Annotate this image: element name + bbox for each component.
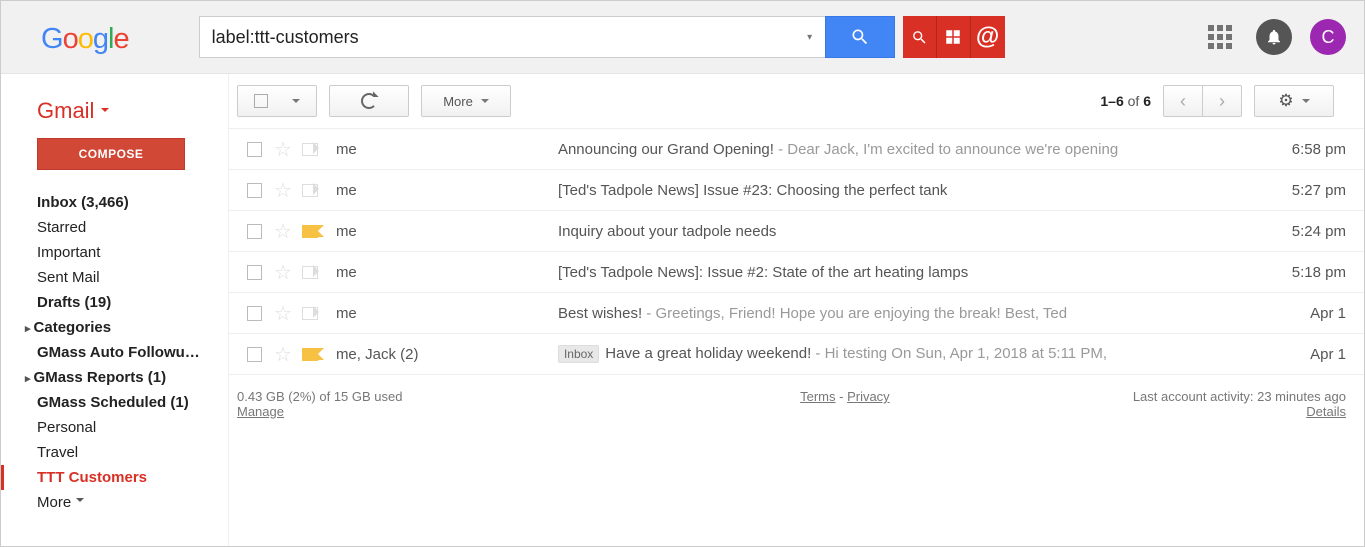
gmass-at-button[interactable]: @	[971, 16, 1005, 58]
row-subject: Announcing our Grand Opening! - Dear Jac…	[558, 141, 1254, 158]
email-row[interactable]: ☆ meAnnouncing our Grand Opening! - Dear …	[229, 129, 1364, 170]
row-subject: [Ted's Tadpole News]: Issue #2: State of…	[558, 264, 1254, 281]
gmass-sheets-button[interactable]	[937, 16, 971, 58]
row-sender: me	[336, 305, 558, 322]
star-icon[interactable]: ☆	[274, 137, 292, 162]
important-label-icon[interactable]	[302, 225, 318, 238]
row-checkbox[interactable]	[247, 306, 262, 321]
gmass-search-button[interactable]	[903, 16, 937, 58]
row-checkbox[interactable]	[247, 142, 262, 157]
refresh-button[interactable]	[329, 85, 409, 117]
sidebar-item-12[interactable]: More	[11, 490, 228, 515]
manage-storage-link[interactable]: Manage	[237, 404, 284, 419]
email-row[interactable]: ☆ meBest wishes! - Greetings, Friend! Hop…	[229, 293, 1364, 334]
magnifier-icon	[911, 29, 928, 46]
storage-info: 0.43 GB (2%) of 15 GB used	[237, 389, 557, 404]
search-icon	[850, 27, 870, 47]
row-time: Apr 1	[1266, 346, 1346, 363]
search-button[interactable]	[825, 16, 895, 58]
sidebar-item-6[interactable]: GMass Auto Followu…	[11, 340, 228, 365]
row-subject: InboxHave a great holiday weekend! - Hi …	[558, 345, 1254, 363]
row-time: 5:24 pm	[1266, 223, 1346, 240]
sidebar-item-1[interactable]: Starred	[11, 215, 228, 240]
email-row[interactable]: ☆ meInquiry about your tadpole needs 5:24 …	[229, 211, 1364, 252]
star-icon[interactable]: ☆	[274, 219, 292, 244]
gmail-brand-dropdown[interactable]: Gmail	[11, 86, 228, 138]
search-options-dropdown[interactable]: ▾	[795, 16, 825, 58]
notifications-icon[interactable]	[1256, 19, 1292, 55]
star-icon[interactable]: ☆	[274, 342, 292, 367]
star-icon[interactable]: ☆	[274, 178, 292, 203]
gear-icon: ⚙	[1278, 91, 1293, 111]
sidebar-item-2[interactable]: Important	[11, 240, 228, 265]
email-row[interactable]: ☆ me[Ted's Tadpole News] Issue #23: Choos…	[229, 170, 1364, 211]
google-logo[interactable]: Google	[41, 19, 129, 56]
sidebar-item-9[interactable]: Personal	[11, 415, 228, 440]
row-checkbox[interactable]	[247, 347, 262, 362]
sidebar-item-8[interactable]: GMass Scheduled (1)	[11, 390, 228, 415]
row-sender: me	[336, 182, 558, 199]
label-icon[interactable]	[302, 143, 318, 156]
more-dropdown[interactable]: More	[421, 85, 511, 117]
terms-link[interactable]: Terms	[800, 389, 835, 404]
compose-button[interactable]: COMPOSE	[37, 138, 185, 170]
row-sender: me, Jack (2)	[336, 346, 558, 363]
email-row[interactable]: ☆ me, Jack (2)InboxHave a great holiday w…	[229, 334, 1364, 375]
sidebar-item-0[interactable]: Inbox (3,466)	[11, 190, 228, 215]
avatar[interactable]: C	[1310, 19, 1346, 55]
sidebar-item-4[interactable]: Drafts (19)	[11, 290, 228, 315]
email-row[interactable]: ☆ me[Ted's Tadpole News]: Issue #2: State…	[229, 252, 1364, 293]
row-subject: [Ted's Tadpole News] Issue #23: Choosing…	[558, 182, 1254, 199]
details-link[interactable]: Details	[1306, 404, 1346, 419]
grid-icon	[944, 28, 962, 46]
sidebar-item-11[interactable]: TTT Customers	[1, 465, 228, 490]
row-checkbox[interactable]	[247, 265, 262, 280]
row-time: 5:27 pm	[1266, 182, 1346, 199]
star-icon[interactable]: ☆	[274, 301, 292, 326]
row-checkbox[interactable]	[247, 183, 262, 198]
sidebar-item-7[interactable]: GMass Reports (1)	[11, 365, 228, 390]
inbox-badge: Inbox	[558, 345, 599, 363]
row-checkbox[interactable]	[247, 224, 262, 239]
important-label-icon[interactable]	[302, 348, 318, 361]
bell-icon	[1265, 28, 1283, 46]
refresh-icon	[361, 93, 377, 109]
row-time: Apr 1	[1266, 305, 1346, 322]
sidebar-item-5[interactable]: Categories	[11, 315, 228, 340]
search-input[interactable]	[199, 16, 795, 58]
star-icon[interactable]: ☆	[274, 260, 292, 285]
sidebar-item-3[interactable]: Sent Mail	[11, 265, 228, 290]
label-icon[interactable]	[302, 307, 318, 320]
privacy-link[interactable]: Privacy	[847, 389, 890, 404]
row-time: 6:58 pm	[1266, 141, 1346, 158]
prev-page-button[interactable]: ‹	[1163, 85, 1203, 117]
label-icon[interactable]	[302, 184, 318, 197]
row-snippet: - Hi testing On Sun, Apr 1, 2018 at 5:11…	[811, 345, 1107, 362]
activity-info: Last account activity: 23 minutes ago	[1133, 389, 1346, 404]
row-snippet: - Dear Jack, I'm excited to announce we'…	[774, 141, 1118, 158]
row-time: 5:18 pm	[1266, 264, 1346, 281]
row-sender: me	[336, 141, 558, 158]
row-subject: Inquiry about your tadpole needs	[558, 223, 1254, 240]
sidebar-item-10[interactable]: Travel	[11, 440, 228, 465]
row-snippet: - Greetings, Friend! Hope you are enjoyi…	[642, 305, 1067, 322]
pagination-info: 1–6 of 6	[1100, 93, 1151, 109]
settings-dropdown[interactable]: ⚙	[1254, 85, 1334, 117]
select-all-dropdown[interactable]	[237, 85, 317, 117]
row-sender: me	[336, 223, 558, 240]
row-subject: Best wishes! - Greetings, Friend! Hope y…	[558, 305, 1254, 322]
apps-icon[interactable]	[1208, 25, 1232, 49]
label-icon[interactable]	[302, 266, 318, 279]
next-page-button[interactable]: ›	[1203, 85, 1242, 117]
row-sender: me	[336, 264, 558, 281]
